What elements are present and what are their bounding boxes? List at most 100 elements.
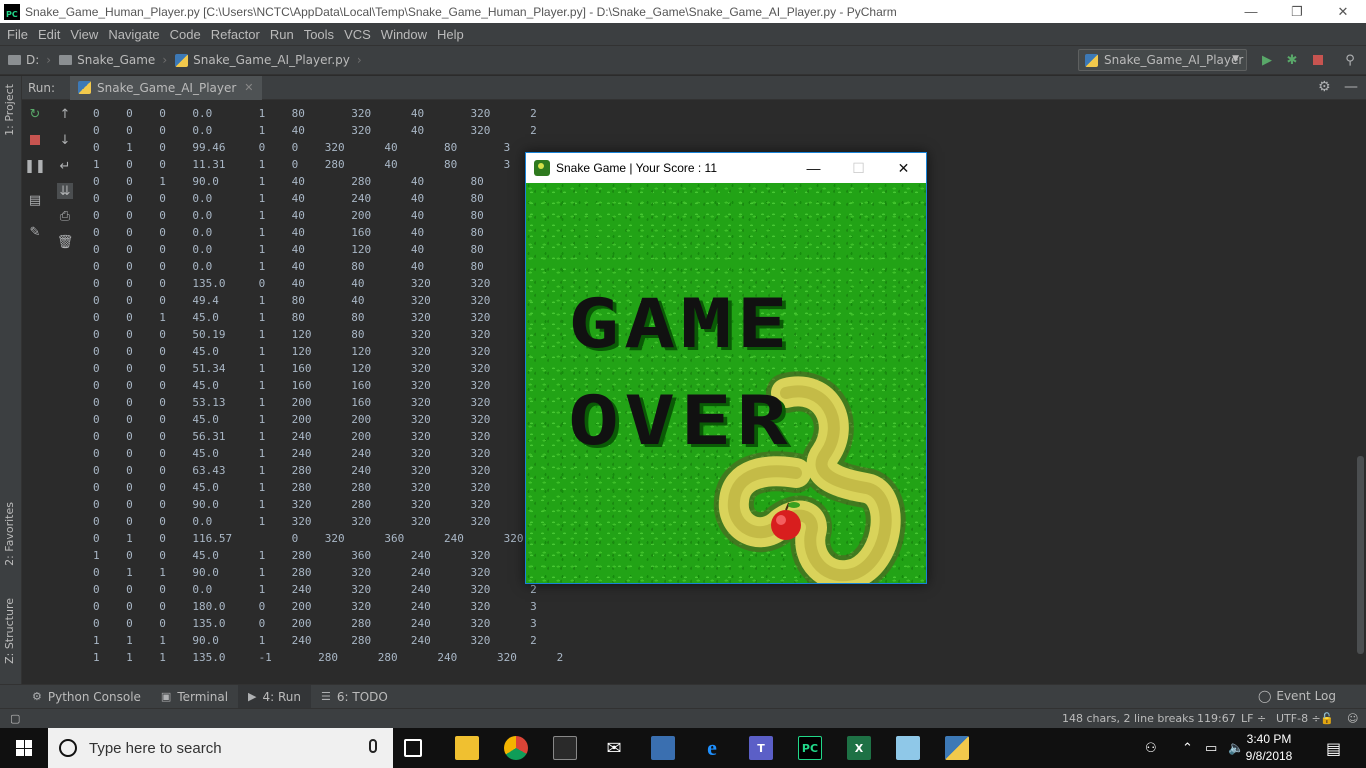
print-icon[interactable]: ⎙ — [57, 208, 73, 224]
status-line-separator[interactable]: LF ÷ — [1241, 712, 1266, 725]
close-tab-icon[interactable]: ✕ — [244, 81, 253, 94]
tray-chevron-up-icon[interactable]: ⌃ — [1182, 728, 1193, 768]
chevron-down-icon: ▼ — [1232, 54, 1239, 64]
pause-icon[interactable]: ❚❚ — [24, 158, 46, 174]
close-button[interactable]: ✕ — [1320, 0, 1366, 23]
terminal-icon: ▣ — [160, 690, 172, 703]
hide-panel-icon[interactable]: — — [1344, 79, 1358, 95]
menu-help[interactable]: Help — [432, 27, 469, 42]
mail-icon[interactable]: ✉ — [602, 736, 626, 760]
menu-code[interactable]: Code — [165, 27, 206, 42]
terminal-label: Terminal — [177, 689, 229, 704]
left-tool-strip: 1: Project 2: Favorites Z: Structure — [0, 76, 22, 684]
todo-list-icon: ☰ — [321, 690, 331, 703]
menu-run[interactable]: Run — [265, 27, 299, 42]
game-minimize-button[interactable]: — — [791, 153, 836, 183]
minimize-button[interactable]: — — [1228, 0, 1274, 23]
restore-button[interactable]: ❐ — [1274, 0, 1320, 23]
console-line: 0 0 0 0.0 1 40 160 40 80 2 — [93, 226, 537, 239]
folder-icon — [59, 55, 73, 65]
breadcrumb-file[interactable]: Snake_Game_AI_Player.py › — [167, 53, 362, 67]
layout-icon[interactable]: ▤ — [27, 192, 43, 208]
breadcrumb-drive[interactable]: D: › — [0, 53, 51, 67]
status-caret-position[interactable]: 119:67 — [1197, 712, 1236, 725]
breadcrumb-file-label: Snake_Game_AI_Player.py — [193, 53, 350, 67]
action-center-icon[interactable]: ▤ — [1326, 728, 1341, 768]
people-icon[interactable]: ⚇ — [1145, 728, 1157, 768]
chrome-icon[interactable] — [504, 736, 528, 760]
console-tool-column: ↑ ↓ ↵ ⇊ ⎙ 🗑 — [52, 100, 78, 684]
event-log-label: Event Log — [1276, 689, 1336, 703]
breadcrumb-folder[interactable]: Snake_Game › — [51, 53, 167, 67]
todo-tab[interactable]: ☰ 6: TODO — [311, 685, 398, 709]
arrow-down-icon[interactable]: ↓ — [57, 132, 73, 148]
search-everywhere-icon[interactable]: ⚲ — [1342, 52, 1358, 68]
excel-icon[interactable]: X — [847, 736, 871, 760]
menu-vcs[interactable]: VCS — [339, 27, 376, 42]
event-log-button[interactable]: ◯ Event Log — [1258, 689, 1336, 703]
python-console-label: Python Console — [47, 689, 141, 704]
console-line: 0 0 0 45.0 1 200 200 320 320 1 — [93, 413, 537, 426]
console-line: 0 1 0 116.57 0 320 360 240 320 3 — [93, 532, 570, 545]
status-toggle-icon[interactable]: ▢ — [10, 712, 20, 725]
status-encoding[interactable]: UTF-8 ÷ — [1276, 712, 1321, 725]
menu-navigate[interactable]: Navigate — [103, 27, 164, 42]
structure-tool-tab[interactable]: Z: Structure — [3, 598, 16, 664]
terminal-tab[interactable]: ▣ Terminal — [151, 685, 238, 709]
stop-icon[interactable] — [27, 132, 43, 148]
project-tool-tab[interactable]: 1: Project — [3, 84, 16, 136]
scroll-to-end-icon[interactable]: ⇊ — [57, 183, 73, 199]
file-explorer-icon[interactable] — [455, 736, 479, 760]
menu-edit[interactable]: Edit — [33, 27, 65, 42]
soft-wrap-icon[interactable]: ↵ — [57, 158, 73, 174]
console-line: 0 0 0 0.0 1 40 120 40 80 2 — [93, 243, 537, 256]
windows-taskbar: Type here to search ✉ e T PC X ⚇ ⌃ ▭ 🔈 3… — [0, 728, 1366, 768]
snake-game-window: Snake Game | Your Score : 11 — ☐ ✕ GAME … — [525, 152, 927, 584]
python-console-tab[interactable]: ⚙ Python Console — [22, 685, 151, 709]
lock-icon[interactable]: 🔓 — [1320, 712, 1334, 725]
run-tab[interactable]: Snake_Game_AI_Player ✕ — [70, 75, 262, 100]
game-over-line1: GAME — [568, 285, 793, 364]
menu-view[interactable]: View — [65, 27, 103, 42]
debug-bug-icon[interactable]: ✱ — [1284, 52, 1300, 68]
run-tab-label: Snake_Game_AI_Player — [97, 80, 237, 95]
snake-app-icon — [534, 160, 550, 176]
pycharm-taskbar-icon[interactable]: PC — [798, 736, 822, 760]
store-icon[interactable] — [553, 736, 577, 760]
menu-refactor[interactable]: Refactor — [206, 27, 265, 42]
console-line: 1 0 0 45.0 1 280 360 240 320 3 — [93, 549, 537, 562]
game-board[interactable]: GAME OVER — [526, 183, 926, 583]
run-configuration-dropdown[interactable]: Snake_Game_AI_Player ▼ — [1078, 49, 1247, 71]
console-line: 1 0 0 11.31 1 0 280 40 80 3 — [93, 158, 511, 171]
task-view-icon[interactable] — [404, 739, 422, 757]
taskbar-clock[interactable]: 3:40 PM 9/8/2018 — [1236, 731, 1302, 765]
run-icon[interactable]: ▶ — [1259, 52, 1275, 68]
game-close-button[interactable]: ✕ — [881, 153, 926, 183]
notifications-icon[interactable]: ☺ — [1347, 712, 1358, 725]
console-line: 0 0 0 49.4 1 80 40 320 320 3 — [93, 294, 537, 307]
pin-icon[interactable]: ✎ — [27, 224, 43, 240]
start-button[interactable] — [0, 728, 48, 768]
teams-icon[interactable]: T — [749, 736, 773, 760]
microphone-icon[interactable] — [369, 739, 377, 753]
run-bottom-tab[interactable]: ▶ 4: Run — [238, 684, 312, 709]
rerun-icon[interactable]: ↻ — [27, 106, 43, 122]
trash-icon[interactable]: 🗑 — [57, 234, 74, 250]
menu-window[interactable]: Window — [376, 27, 432, 42]
console-line: 1 1 1 135.0 -1 280 280 240 320 2 — [93, 651, 564, 664]
edge-icon[interactable]: e — [700, 735, 724, 760]
menu-tools[interactable]: Tools — [299, 27, 339, 42]
stop-icon[interactable] — [1310, 52, 1326, 68]
arrow-up-icon[interactable]: ↑ — [57, 106, 73, 122]
folder-icon — [8, 55, 21, 65]
console-line: 0 0 0 0.0 1 40 200 40 80 2 — [93, 209, 537, 222]
python-taskbar-icon[interactable] — [945, 736, 969, 760]
scrollbar-thumb[interactable] — [1357, 456, 1364, 654]
favorites-tool-tab[interactable]: 2: Favorites — [3, 502, 16, 566]
image-editor-icon[interactable] — [651, 736, 675, 760]
notepad-icon[interactable] — [896, 736, 920, 760]
taskbar-search[interactable]: Type here to search — [48, 728, 393, 768]
network-icon[interactable]: ▭ — [1205, 728, 1217, 768]
menu-file[interactable]: File — [2, 27, 33, 42]
gear-icon[interactable]: ⚙ — [1318, 79, 1331, 95]
